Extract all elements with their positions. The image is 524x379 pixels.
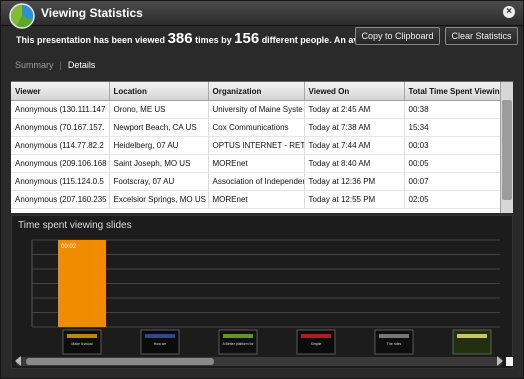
cell-location: Saint Joseph, MO US: [109, 154, 209, 173]
cell-organization: MOREnet: [208, 190, 305, 209]
people-count: 156: [234, 30, 260, 47]
view-count: 386: [167, 30, 193, 47]
cell-location: Excelsior Springs, MO US: [109, 190, 209, 209]
app-logo-icon: [9, 3, 35, 29]
slide-thumbnail-accent: [67, 334, 97, 338]
cell-viewer: Anonymous (130.111.147: [11, 100, 110, 119]
cell-organization: University of Maine Syste: [208, 100, 305, 119]
tab-summary[interactable]: Summary: [15, 60, 54, 70]
cell-viewer: Anonymous (114.77.82.2: [11, 136, 110, 155]
viewer-table: Viewer Location Organization Viewed On T…: [11, 82, 502, 209]
column-header-viewed-on[interactable]: Viewed On: [304, 82, 405, 101]
column-header-viewer[interactable]: Viewer: [11, 82, 110, 101]
clear-statistics-button[interactable]: Clear Statistics: [445, 27, 518, 45]
cell-organization: OPTUS INTERNET - RETAI: [208, 136, 305, 155]
cell-viewed-on: Today at 7:38 AM: [304, 118, 405, 137]
table-scroll-thumb[interactable]: [502, 100, 512, 200]
tab-separator: |: [59, 60, 62, 70]
table-vertical-scrollbar[interactable]: [500, 82, 513, 213]
column-header-location[interactable]: Location: [109, 82, 209, 101]
cell-location: Orono, ME US: [109, 100, 209, 119]
slide-thumbnail-accent: [145, 334, 175, 338]
chart-title: Time spent viewing slides: [18, 220, 132, 231]
close-icon[interactable]: ×: [503, 6, 515, 18]
summary-prefix: This presentation has been viewed: [16, 35, 166, 45]
cell-total-time: 00:07: [404, 172, 502, 191]
view-tabs: Summary | Details: [15, 60, 95, 70]
cell-total-time: 00:03: [404, 136, 502, 155]
column-header-organization[interactable]: Organization: [208, 82, 305, 101]
cell-viewer: Anonymous (207.160.235: [11, 190, 110, 209]
chart-scroll-thumb[interactable]: [26, 358, 214, 365]
table-row[interactable]: Anonymous (70.167.157. Newport Beach, CA…: [11, 118, 502, 137]
table-row[interactable]: Anonymous (130.111.147 Orono, ME US Univ…: [11, 100, 502, 119]
slide-thumbnail-caption: How we: [154, 342, 167, 346]
cell-viewed-on: Today at 12:55 PM: [304, 190, 405, 209]
table-row[interactable]: Anonymous (207.160.235 Excelsior Springs…: [11, 190, 502, 209]
slide-time-chart-panel: Time spent viewing slides 00:02 Make it v…: [11, 215, 513, 369]
cell-viewed-on: Today at 8:40 AM: [304, 154, 405, 173]
table-row[interactable]: Anonymous (115.124.0.5 Footscray, 07 AU …: [11, 172, 502, 191]
slide-thumbnail: [452, 329, 492, 355]
scroll-right-arrow-icon[interactable]: [497, 356, 503, 366]
cell-viewer: Anonymous (115.124.0.5: [11, 172, 110, 191]
summary-middle: times by: [195, 35, 232, 45]
title-bar: Viewing Statistics ×: [1, 1, 523, 29]
cell-organization: MOREnet: [208, 154, 305, 173]
cell-viewer: Anonymous (70.167.157.: [11, 118, 110, 137]
column-header-total-time[interactable]: Total Time Spent Viewin: [404, 82, 502, 101]
table-row[interactable]: Anonymous (114.77.82.2 Heidelberg, 07 AU…: [11, 136, 502, 155]
slide-thumbnail-caption: Simple: [311, 342, 322, 346]
slide-thumbnail-caption: A Better platform for: [222, 342, 254, 346]
slide-thumbnail-accent: [301, 334, 331, 338]
table-row[interactable]: Anonymous (209.106.168 Saint Joseph, MO …: [11, 154, 502, 173]
copy-to-clipboard-button[interactable]: Copy to Clipboard: [355, 27, 440, 45]
cell-location: Footscray, 07 AU: [109, 172, 209, 191]
cell-organization: Association of Independer: [208, 172, 305, 191]
slide-thumbnail-caption: The rules: [387, 342, 402, 346]
scroll-corner: [506, 357, 513, 366]
cell-viewed-on: Today at 7:44 AM: [304, 136, 405, 155]
cell-total-time: 02:05: [404, 190, 502, 209]
tab-details[interactable]: Details: [68, 60, 96, 70]
cell-viewed-on: Today at 12:36 PM: [304, 172, 405, 191]
chart-bar: [58, 240, 106, 327]
slide-thumbnail-accent: [379, 334, 409, 338]
cell-total-time: 00:38: [404, 100, 502, 119]
bar-value-label: 00:02: [61, 244, 77, 250]
slide-thumbnail-accent: [223, 334, 253, 338]
slide-thumbnail-caption: Make it visual: [71, 342, 92, 346]
cell-organization: Cox Communications: [208, 118, 305, 137]
slide-thumbnail-accent: [457, 334, 487, 338]
view-summary: This presentation has been viewed 386 ti…: [16, 30, 382, 47]
viewing-statistics-window: Viewing Statistics × This presentation h…: [0, 0, 524, 379]
cell-total-time: 00:05: [404, 154, 502, 173]
cell-viewed-on: Today at 2:45 AM: [304, 100, 405, 119]
viewer-table-container: Viewer Location Organization Viewed On T…: [11, 81, 513, 213]
cell-total-time: 15:34: [404, 118, 502, 137]
slide-time-chart: 00:02 Make it visual How we A Better platfo…: [31, 239, 500, 355]
cell-viewer: Anonymous (209.106.168: [11, 154, 110, 173]
window-title: Viewing Statistics: [41, 6, 143, 20]
cell-location: Heidelberg, 07 AU: [109, 136, 209, 155]
cell-location: Newport Beach, CA US: [109, 118, 209, 137]
chart-horizontal-scrollbar[interactable]: [15, 356, 503, 366]
scroll-left-arrow-icon[interactable]: [15, 356, 21, 366]
table-header-row: Viewer Location Organization Viewed On T…: [11, 82, 502, 101]
